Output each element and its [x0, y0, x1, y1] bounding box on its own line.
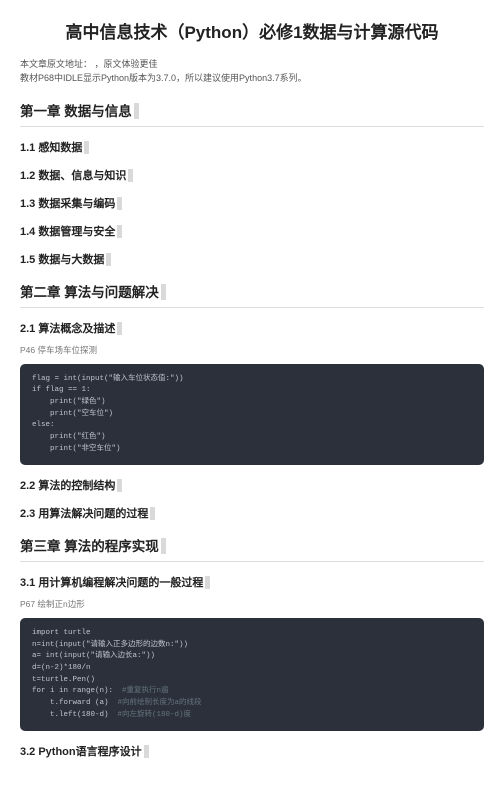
- section-1-4: 1.4 数据管理与安全: [20, 223, 484, 239]
- chapter-1-heading: 第一章 数据与信息: [20, 100, 484, 127]
- heading-marker-icon: [134, 103, 139, 119]
- section-1-1: 1.1 感知数据: [20, 139, 484, 155]
- section-1-2: 1.2 数据、信息与知识: [20, 167, 484, 183]
- section-2-1: 2.1 算法概念及描述: [20, 320, 484, 336]
- intro-origin-link[interactable]: ，原文体验更佳: [95, 59, 158, 69]
- intro-line2: 教材P68中IDLE显示Python版本为3.7.0，所以建议使用Python3…: [20, 73, 307, 83]
- chapter-3-heading: 第三章 算法的程序实现: [20, 535, 484, 562]
- section-2-2: 2.2 算法的控制结构: [20, 477, 484, 493]
- chapter-2-heading: 第二章 算法与问题解决: [20, 281, 484, 308]
- section-1-5: 1.5 数据与大数据: [20, 251, 484, 267]
- section-3-1: 3.1 用计算机编程解决问题的一般过程: [20, 574, 484, 590]
- section-3-2: 3.2 Python语言程序设计: [20, 743, 484, 759]
- section-1-3: 1.3 数据采集与编码: [20, 195, 484, 211]
- code-block-p67[interactable]: import turtle n=int(input("请输入正多边形的边数n:"…: [20, 618, 484, 731]
- code-caption-p67: P67 绘制正n边形: [20, 598, 484, 610]
- section-2-3: 2.3 用算法解决问题的过程: [20, 505, 484, 521]
- intro-prefix: 本文章原文地址：: [20, 59, 92, 69]
- code-block-p46[interactable]: flag = int(input("输入车位状态值:")) if flag ==…: [20, 364, 484, 465]
- code-caption-p46: P46 停车场车位探测: [20, 344, 484, 356]
- intro-block: 本文章原文地址： ，原文体验更佳 教材P68中IDLE显示Python版本为3.…: [20, 57, 484, 86]
- page-title: 高中信息技术（Python）必修1数据与计算源代码: [20, 18, 484, 43]
